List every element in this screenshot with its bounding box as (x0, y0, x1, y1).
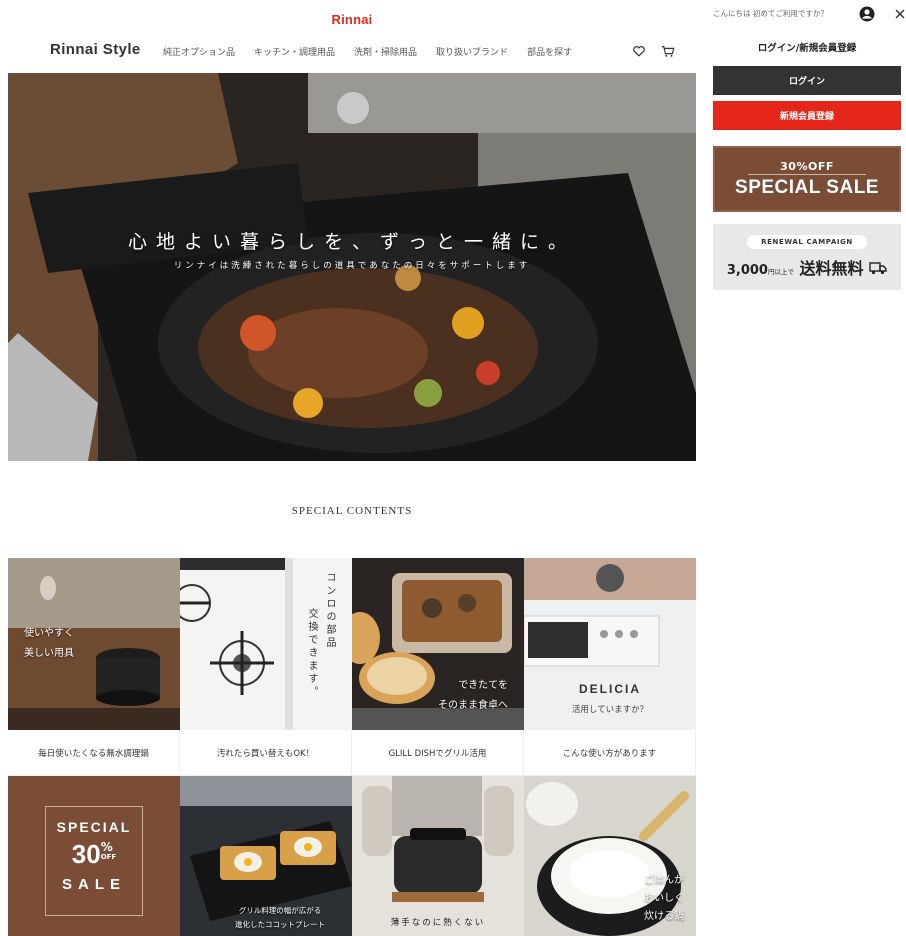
special-sale-banner[interactable]: 30%OFF SPECIAL SALE (713, 146, 901, 212)
renewal-campaign-banner[interactable]: RENEWAL CAMPAIGN 3,000円以上で 送料無料 (713, 224, 901, 290)
tile-special-sale[interactable]: SPECIAL 30% OFF SALE (8, 776, 180, 936)
hero-headline: 心地よい暮らしを、ずっと一緒に。 (127, 231, 576, 253)
sale-percent: 30%OFF (780, 160, 834, 173)
tile-cocotte-plate[interactable]: グリル料理の幅が広がる 進化したココットプレート (180, 776, 352, 936)
tile-overlay-text: できたてを そのまま食卓へ (438, 680, 508, 711)
login-heading: ログイン/新規会員登録 (757, 43, 857, 54)
login-button[interactable]: ログイン (713, 66, 901, 95)
tile-caption: GLILL DISHでグリル活用 (352, 730, 524, 776)
greeting-text: こんにちは 初めてご利用ですか？ (713, 9, 828, 18)
campaign-amount: 3,000 (726, 263, 768, 278)
special-contents-title: SPECIAL CONTENTS (291, 505, 413, 517)
nav-item-parts[interactable]: 部品を探す (527, 45, 572, 58)
close-icon[interactable] (895, 9, 905, 19)
tile-delicia[interactable]: DELICIA 活用していますか？ こんな使い方があります (524, 558, 696, 776)
tile-thin-pot[interactable]: 薄手なのに熱くない (352, 776, 524, 936)
tile-overlay-text: グリル料理の幅が広がる 進化したココットプレート (235, 906, 325, 929)
tile-caption: こんな使い方があります (524, 730, 696, 776)
sale-title: SPECIAL SALE (735, 177, 879, 198)
nav-item-options[interactable]: 純正オプション品 (163, 45, 235, 58)
nav-item-brands[interactable]: 取り扱いブランド (436, 45, 508, 58)
tile-overlay-text: 使いやすく 美しい用具 (24, 628, 74, 659)
nav-item-kitchen[interactable]: キッチン・調理用品 (254, 45, 335, 58)
tile-overlay-text: 交換できます。 (306, 608, 317, 699)
tile-caption: 汚れたら買い替えもOK！ (180, 730, 352, 776)
tile-pot[interactable]: 使いやすく 美しい用具 毎日使いたくなる無水調理鍋 (8, 558, 180, 776)
tile-overlay-text: 活用していますか？ (571, 705, 649, 715)
tile-overlay-text: コンロの部品 (324, 572, 335, 650)
global-nav: 純正オプション品 キッチン・調理用品 洗剤・掃除用品 取り扱いブランド 部品を探… (163, 45, 591, 58)
special-contents-grid: 使いやすく 美しい用具 毎日使いたくなる無水調理鍋 コンロの部品 交換できます。… (8, 558, 696, 936)
brand-logo[interactable]: Rinnai (318, 12, 386, 27)
tile-rice-pot[interactable]: ごはんが おいしく 炊ける鍋 (524, 776, 696, 936)
cart-icon[interactable] (661, 44, 675, 58)
site-title[interactable]: Rinnai Style (50, 41, 141, 58)
truck-icon (869, 262, 887, 275)
tile-parts[interactable]: コンロの部品 交換できます。 汚れたら買い替えもOK！ (180, 558, 352, 776)
sale-box: SPECIAL 30% OFF SALE (45, 806, 143, 916)
divider (748, 174, 866, 175)
campaign-pill: RENEWAL CAMPAIGN (747, 235, 867, 249)
tile-image (352, 776, 524, 936)
heart-icon[interactable] (632, 44, 646, 58)
tile-caption: 毎日使いたくなる無水調理鍋 (8, 730, 180, 776)
tile-overlay-text: DELICIA (579, 682, 641, 696)
hero-subline: リンナイは洗練された暮らしの道具であなたの日々をサポートします (173, 261, 531, 271)
tile-overlay-text: 薄手なのに熱くない (390, 918, 486, 928)
tile-overlay-text: ごはんが おいしく 炊ける鍋 (644, 875, 684, 922)
campaign-main: 送料無料 (799, 259, 864, 278)
user-icon[interactable] (859, 6, 875, 22)
tile-grill-dish[interactable]: できたてを そのまま食卓へ GLILL DISHでグリル活用 (352, 558, 524, 776)
register-button[interactable]: 新規会員登録 (713, 101, 901, 130)
hero-banner[interactable]: 心地よい暮らしを、ずっと一緒に。 リンナイは洗練された暮らしの道具であなたの日々… (8, 73, 696, 461)
nav-item-cleaning[interactable]: 洗剤・掃除用品 (354, 45, 417, 58)
campaign-condition: 円以上で (767, 268, 794, 276)
